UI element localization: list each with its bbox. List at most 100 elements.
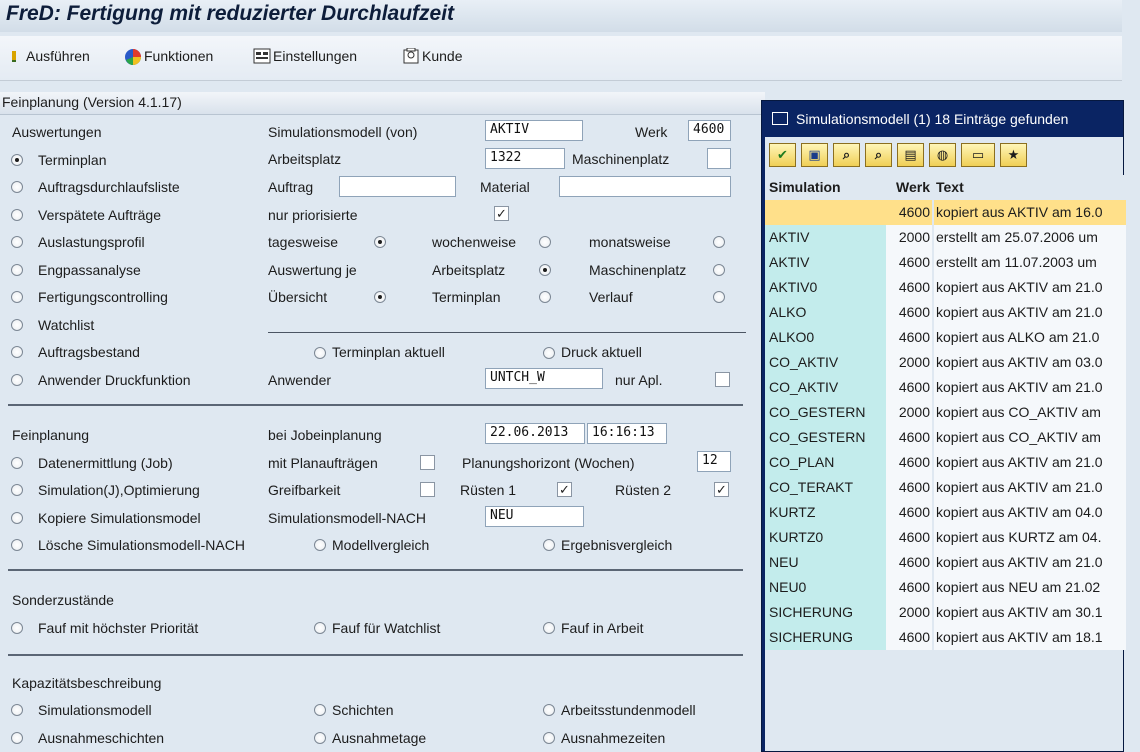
radio-anwender-druckfunktion[interactable]	[11, 374, 23, 386]
greifbarkeit-checkbox[interactable]	[420, 482, 435, 497]
radio-schichten[interactable]	[314, 704, 326, 716]
arbeitsplatz-input[interactable]: 1322	[485, 148, 565, 169]
column-header-text[interactable]: Text	[934, 175, 1126, 200]
table-row[interactable]: AKTIV0 4600 kopiert aus AKTIV am 21.0	[765, 275, 1126, 300]
radio-fertigungscontrolling[interactable]	[11, 291, 23, 303]
confirm-button[interactable]: ✔	[769, 143, 796, 167]
label-ausnahmeschichten: Ausnahmeschichten	[38, 730, 165, 746]
mit-planauftraegen-checkbox[interactable]	[420, 455, 435, 470]
print-icon: ▭	[971, 147, 985, 162]
radio-druck-aktuell[interactable]	[543, 347, 555, 359]
radio-fauf-in-arbeit[interactable]	[543, 622, 555, 634]
table-row[interactable]: NEU0 4600 kopiert aus NEU am 21.02	[765, 575, 1126, 600]
radio-ausnahmezeiten[interactable]	[543, 732, 555, 744]
table-row[interactable]: CO_GESTERN 4600 kopiert aus CO_AKTIV am	[765, 425, 1126, 450]
simmodell-nach-input[interactable]: NEU	[485, 506, 584, 527]
cell-werk: 4600	[886, 500, 932, 525]
radio-datenermittlung[interactable]	[11, 457, 23, 469]
cell-text: kopiert aus AKTIV am 16.0	[934, 200, 1126, 225]
radio-verlauf[interactable]	[713, 291, 725, 303]
print-button[interactable]: ▭	[961, 143, 995, 167]
radio-ergebnisvergleich[interactable]	[543, 539, 555, 551]
werk-input[interactable]: 4600	[688, 120, 731, 141]
simmodell-von-input[interactable]: AKTIV	[485, 120, 583, 141]
cell-text: kopiert aus AKTIV am 21.0	[934, 475, 1126, 500]
table-row[interactable]: ALKO0 4600 kopiert aus ALKO am 21.0	[765, 325, 1126, 350]
auftrag-input[interactable]	[339, 176, 456, 197]
radio-verspaetete-auftraege[interactable]	[11, 209, 23, 221]
functions-button[interactable]: Funktionen	[124, 48, 213, 65]
table-row[interactable]: KURTZ 4600 kopiert aus AKTIV am 04.0	[765, 500, 1126, 525]
anwender-input[interactable]: UNTCH_W	[485, 368, 603, 389]
table-row[interactable]: CO_AKTIV 2000 kopiert aus AKTIV am 03.0	[765, 350, 1126, 375]
table-row[interactable]: SICHERUNG 2000 kopiert aus AKTIV am 30.1	[765, 600, 1126, 625]
radio-watchlist[interactable]	[11, 319, 23, 331]
favorite-button[interactable]: ★	[1000, 143, 1027, 167]
table-row[interactable]: SICHERUNG 4600 kopiert aus AKTIV am 18.1	[765, 625, 1126, 650]
radio-ausnahmeschichten[interactable]	[11, 732, 23, 744]
customer-button[interactable]: Kunde	[402, 47, 462, 64]
nur-priorisierte-checkbox[interactable]: ✓	[494, 206, 509, 221]
material-input[interactable]	[559, 176, 731, 197]
table-row[interactable]: CO_AKTIV 4600 kopiert aus AKTIV am 21.0	[765, 375, 1126, 400]
radio-arbeitsstundenmodell[interactable]	[543, 704, 555, 716]
job-date-input[interactable]: 22.06.2013	[485, 423, 585, 444]
execute-button[interactable]: Ausführen	[6, 48, 90, 64]
je-arbeitsplatz-label: Arbeitsplatz	[432, 262, 506, 278]
radio-je-maschinenplatz[interactable]	[713, 264, 725, 276]
radio-modellvergleich[interactable]	[314, 539, 326, 551]
popup-header: Simulationsmodell (1) 18 Einträge gefund…	[762, 101, 1123, 135]
radio-terminplan-aktuell[interactable]	[314, 347, 326, 359]
radio-je-arbeitsplatz[interactable]	[539, 264, 551, 276]
ruesten2-checkbox[interactable]: ✓	[714, 482, 729, 497]
cell-text: kopiert aus KURTZ am 04.	[934, 525, 1126, 550]
radio-kopiere-simulationsmodel[interactable]	[11, 512, 23, 524]
planungshorizont-input[interactable]: 12	[697, 451, 731, 472]
radio-terminplan-ansicht[interactable]	[539, 291, 551, 303]
radio-uebersicht[interactable]	[374, 291, 386, 303]
radio-wochenweise[interactable]	[539, 236, 551, 248]
find-button[interactable]: ⌕	[833, 143, 860, 167]
maschinenplatz-label: Maschinenplatz	[572, 151, 670, 167]
radio-tagesweise[interactable]	[374, 236, 386, 248]
sort-button[interactable]: ▤	[897, 143, 924, 167]
table-row[interactable]: ALKO 4600 kopiert aus AKTIV am 21.0	[765, 300, 1126, 325]
radio-fauf-hoechste-prioritaet[interactable]	[11, 622, 23, 634]
filter-button[interactable]: ◍	[929, 143, 956, 167]
radio-auftragsdurchlaufsliste[interactable]	[11, 181, 23, 193]
job-time-input[interactable]: 16:16:13	[587, 423, 667, 444]
wochenweise-label: wochenweise	[432, 234, 517, 250]
table-row[interactable]: 4600 kopiert aus AKTIV am 16.0	[765, 200, 1126, 225]
radio-terminplan[interactable]	[11, 154, 23, 166]
label-ausnahmetage: Ausnahmetage	[332, 730, 427, 746]
table-row[interactable]: CO_PLAN 4600 kopiert aus AKTIV am 21.0	[765, 450, 1126, 475]
ruesten1-checkbox[interactable]: ✓	[557, 482, 572, 497]
simmodell-nach-label: Simulationsmodell-NACH	[268, 510, 426, 526]
find-next-button[interactable]: ⌕	[865, 143, 892, 167]
table-row[interactable]: AKTIV 2000 erstellt am 25.07.2006 um	[765, 225, 1126, 250]
feinplanung-heading: Feinplanung	[12, 427, 90, 443]
cell-simulation: CO_TERAKT	[765, 475, 886, 500]
table-row[interactable]: CO_GESTERN 2000 kopiert aus CO_AKTIV am	[765, 400, 1126, 425]
settings-button[interactable]: Einstellungen	[253, 48, 357, 64]
table-row[interactable]: CO_TERAKT 4600 kopiert aus AKTIV am 21.0	[765, 475, 1126, 500]
cell-simulation: KURTZ0	[765, 525, 886, 550]
radio-simulationsmodell[interactable]	[11, 704, 23, 716]
column-header-simulation[interactable]: Simulation	[765, 175, 886, 200]
table-row[interactable]: KURTZ0 4600 kopiert aus KURTZ am 04.	[765, 525, 1126, 550]
column-header-werk[interactable]: Werk	[886, 175, 932, 200]
table-row[interactable]: NEU 4600 kopiert aus AKTIV am 21.0	[765, 550, 1126, 575]
radio-simulation-optimierung[interactable]	[11, 484, 23, 496]
radio-fauf-watchlist[interactable]	[314, 622, 326, 634]
radio-auftragsbestand[interactable]	[11, 346, 23, 358]
star-icon: ★	[1007, 147, 1020, 162]
radio-engpassanalyse[interactable]	[11, 264, 23, 276]
nur-apl-checkbox[interactable]	[715, 372, 730, 387]
cancel-button[interactable]: ▣	[801, 143, 828, 167]
radio-ausnahmetage[interactable]	[314, 732, 326, 744]
radio-auslastungsprofil[interactable]	[11, 236, 23, 248]
maschinenplatz-input[interactable]	[707, 148, 731, 169]
table-row[interactable]: AKTIV 4600 erstellt am 11.07.2003 um	[765, 250, 1126, 275]
radio-loesche-simulationsmodell[interactable]	[11, 539, 23, 551]
radio-monatsweise[interactable]	[713, 236, 725, 248]
